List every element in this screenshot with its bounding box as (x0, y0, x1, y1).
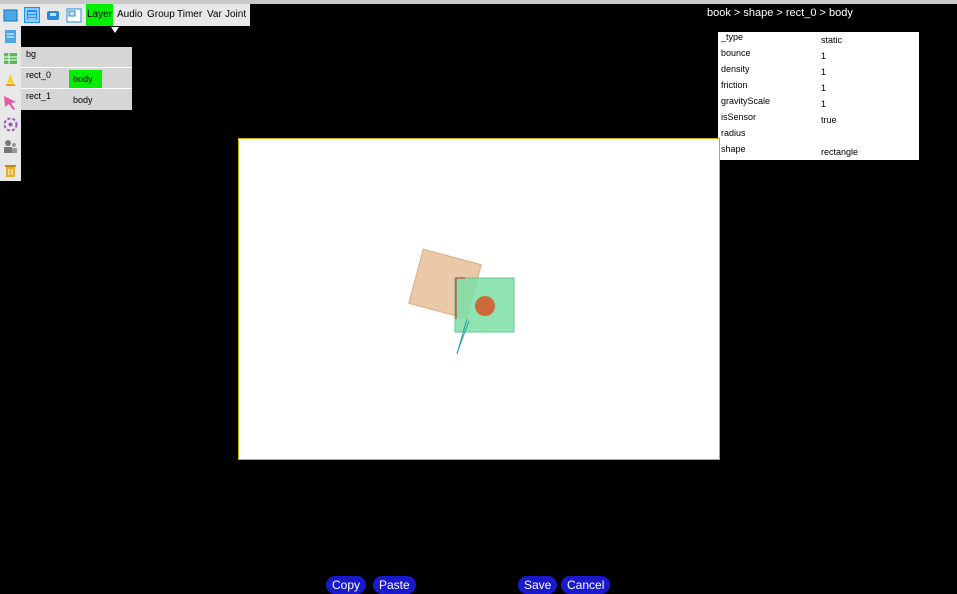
layer-name: bg (26, 49, 37, 59)
layer-chip-body[interactable]: body (69, 91, 97, 109)
property-row[interactable]: _type static (718, 32, 919, 48)
property-key: bounce (721, 48, 751, 58)
property-value[interactable]: 1 (821, 67, 826, 77)
property-value[interactable]: 1 (821, 83, 826, 93)
copy-button[interactable]: Copy (326, 576, 367, 594)
property-value[interactable]: 1 (821, 99, 826, 109)
layer-chip-body[interactable]: body (69, 70, 102, 88)
menu-timer[interactable]: Timer (177, 9, 202, 20)
menu-joint[interactable]: Joint (225, 9, 246, 20)
property-value[interactable]: static (821, 35, 842, 45)
layer-name: rect_0 (26, 70, 52, 80)
gear-flower-icon[interactable] (3, 117, 18, 132)
paste-button[interactable]: Paste (373, 576, 416, 594)
property-key: gravityScale (721, 96, 771, 106)
property-row[interactable]: gravityScale 1 (718, 96, 919, 112)
properties-panel: _type static bounce 1 density 1 friction… (718, 32, 919, 160)
menu-group[interactable]: Group (147, 9, 175, 20)
property-key: density (721, 64, 750, 74)
people-icon[interactable] (3, 139, 18, 154)
property-row[interactable]: isSensor true (718, 112, 919, 128)
property-row[interactable]: bounce 1 (718, 48, 919, 64)
property-value[interactable]: true (821, 115, 837, 125)
grid-icon[interactable] (3, 51, 18, 66)
widget-icon[interactable] (45, 7, 61, 23)
property-row[interactable]: shape rectangle (718, 144, 919, 160)
property-key: friction (721, 80, 748, 90)
notebook-icon[interactable] (3, 29, 18, 44)
property-row[interactable]: radius (718, 128, 919, 144)
layer-row[interactable]: rect_0 body (21, 68, 132, 89)
property-key: shape (721, 144, 746, 154)
property-key: _type (721, 32, 744, 42)
layout-icon[interactable] (66, 7, 82, 23)
dropdown-caret-icon (111, 27, 119, 33)
book-icon[interactable] (3, 7, 19, 23)
property-value[interactable]: 1 (821, 51, 826, 61)
cancel-button[interactable]: Cancel (561, 576, 611, 594)
menu-audio[interactable]: Audio (117, 9, 143, 20)
layer-row[interactable]: rect_1 body (21, 89, 132, 109)
canvas-stage[interactable] (238, 138, 720, 460)
property-key: isSensor (721, 112, 757, 122)
property-row[interactable]: density 1 (718, 64, 919, 80)
menu-var[interactable]: Var (207, 9, 222, 20)
breadcrumb: book > shape > rect_0 > body (707, 7, 853, 19)
save-button[interactable]: Save (518, 576, 558, 594)
toolbar: Layer Audio Group Timer Var Joint (0, 4, 250, 26)
circle-shape[interactable] (475, 296, 495, 316)
page-icon[interactable] (24, 7, 40, 23)
menu-layer[interactable]: Layer (86, 4, 114, 26)
pointer-icon[interactable] (3, 95, 18, 110)
rocket-icon[interactable] (3, 73, 18, 88)
layer-name: rect_1 (26, 91, 52, 101)
property-key: radius (721, 128, 746, 138)
sidebar (0, 26, 21, 181)
property-row[interactable]: friction 1 (718, 80, 919, 96)
layer-panel: bg rect_0 body rect_1 body (21, 47, 132, 110)
trash-icon[interactable] (3, 163, 18, 178)
stage-svg (408, 248, 515, 355)
layer-row[interactable]: bg (21, 47, 132, 68)
property-value[interactable]: rectangle (821, 147, 858, 157)
